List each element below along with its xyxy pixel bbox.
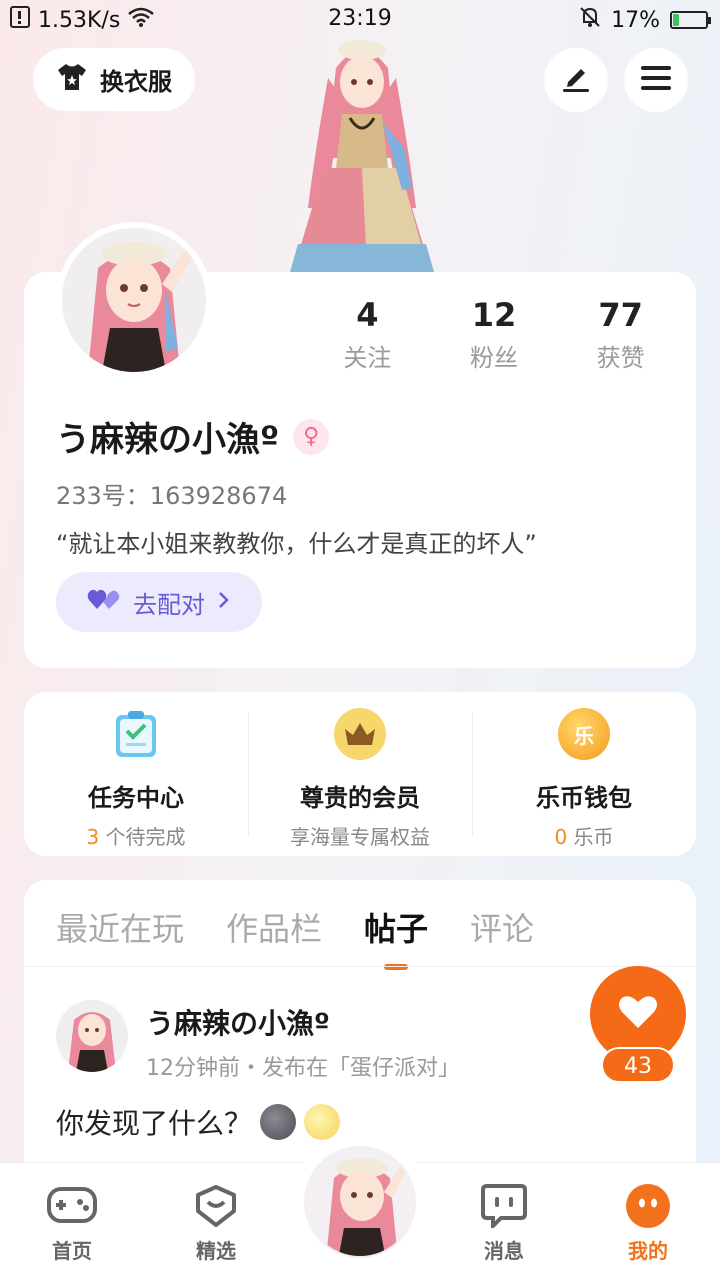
tab-divider bbox=[24, 966, 696, 967]
heart-icon bbox=[618, 994, 658, 1034]
tab-works[interactable]: 作品栏 bbox=[226, 904, 322, 950]
nav-home-label: 首页 bbox=[52, 1239, 92, 1263]
service-card: 任务中心 3 个待完成 尊贵的会员 享海量专属权益 乐 乐币钱包 0 乐币 bbox=[24, 692, 696, 856]
profile-tabs: 最近在玩 作品栏 帖子 评论 bbox=[56, 904, 534, 970]
status-bar: 1.53K/s 23:19 17% bbox=[0, 0, 720, 38]
nav-featured[interactable]: 精选 bbox=[166, 1183, 266, 1264]
nav-home[interactable]: 首页 bbox=[22, 1183, 122, 1264]
nav-avatar[interactable] bbox=[304, 1146, 416, 1258]
edit-button[interactable] bbox=[544, 48, 608, 112]
full-moon-emoji-icon bbox=[304, 1104, 341, 1140]
post-content[interactable]: 你发现了什么？ bbox=[56, 1102, 341, 1142]
battery-percent: 17% bbox=[611, 7, 660, 33]
fans-count: 12 bbox=[471, 296, 517, 334]
stat-following[interactable]: 4 关注 bbox=[304, 296, 431, 373]
face-icon bbox=[622, 1183, 674, 1229]
following-label: 关注 bbox=[343, 344, 392, 372]
heart-box-icon bbox=[190, 1183, 242, 1229]
match-label: 去配对 bbox=[133, 590, 205, 619]
task-count: 3 bbox=[86, 825, 100, 849]
stat-likes[interactable]: 77 获赞 bbox=[557, 296, 684, 373]
mute-bell-icon bbox=[579, 6, 601, 34]
task-pending-label: 个待完成 bbox=[105, 825, 186, 849]
stat-fans[interactable]: 12 粉丝 bbox=[431, 296, 558, 373]
post-author-name[interactable]: う麻辣の小漁º bbox=[146, 1002, 330, 1042]
likes-count: 77 bbox=[598, 296, 643, 334]
coin-icon-char: 乐 bbox=[574, 723, 594, 748]
coin-count: 0 bbox=[554, 825, 568, 849]
hamburger-icon bbox=[641, 65, 671, 95]
match-button[interactable]: 去配对 bbox=[56, 572, 262, 632]
stats-row: 4 关注 12 粉丝 77 获赞 bbox=[304, 296, 684, 373]
gamepad-icon bbox=[46, 1183, 98, 1229]
profile-avatar[interactable] bbox=[56, 222, 212, 378]
coin-icon: 乐 bbox=[558, 708, 610, 760]
clipboard-icon bbox=[110, 708, 162, 760]
nav-mine[interactable]: 我的 bbox=[598, 1183, 698, 1264]
likes-label: 获赞 bbox=[596, 344, 645, 372]
nav-messages-label: 消息 bbox=[484, 1239, 524, 1263]
vip-entry[interactable]: 尊贵的会员 享海量专属权益 bbox=[248, 692, 472, 856]
vip-title: 尊贵的会员 bbox=[300, 784, 420, 812]
profile-name: う麻辣の小漁º bbox=[56, 420, 280, 460]
female-icon: ♀ bbox=[293, 418, 330, 455]
chevron-right-icon bbox=[217, 588, 231, 616]
vip-sub: 享海量专属权益 bbox=[290, 825, 430, 849]
coin-unit: 乐币 bbox=[573, 825, 614, 849]
user-id[interactable]: 233号：163928674 bbox=[56, 476, 287, 511]
new-moon-emoji-icon bbox=[260, 1104, 297, 1140]
crown-icon bbox=[334, 708, 386, 760]
like-count: 43 bbox=[601, 1047, 675, 1083]
task-center-title: 任务中心 bbox=[88, 784, 184, 812]
profile-name-row: う麻辣の小漁º ♀ bbox=[56, 412, 330, 461]
nav-messages[interactable]: 消息 bbox=[454, 1183, 554, 1264]
wallet-entry[interactable]: 乐 乐币钱包 0 乐币 bbox=[472, 692, 696, 856]
wallet-sub: 0 乐币 bbox=[472, 821, 696, 850]
nav-featured-label: 精选 bbox=[196, 1239, 236, 1263]
task-center-sub: 3 个待完成 bbox=[24, 821, 248, 850]
shirt-icon bbox=[56, 62, 88, 98]
following-count: 4 bbox=[356, 296, 379, 334]
pen-icon bbox=[560, 63, 592, 97]
nav-mine-label: 我的 bbox=[628, 1239, 668, 1263]
tab-recent-play[interactable]: 最近在玩 bbox=[56, 904, 184, 950]
battery-icon bbox=[670, 11, 711, 29]
menu-button[interactable] bbox=[624, 48, 688, 112]
wallet-title: 乐币钱包 bbox=[536, 784, 632, 812]
chat-icon bbox=[478, 1183, 530, 1229]
change-outfit-label: 换衣服 bbox=[100, 68, 172, 96]
bio: “就让本小姐来教教你，什么才是真正的坏人” bbox=[56, 530, 537, 558]
post-text: 你发现了什么？ bbox=[56, 1107, 253, 1140]
fans-label: 粉丝 bbox=[470, 344, 518, 372]
task-center-entry[interactable]: 任务中心 3 个待完成 bbox=[24, 692, 248, 856]
post-meta: 12分钟前・发布在「蛋仔派对」 bbox=[146, 1056, 460, 1081]
double-heart-icon bbox=[87, 587, 121, 617]
change-outfit-button[interactable]: 换衣服 bbox=[33, 48, 195, 111]
character-figure[interactable] bbox=[284, 38, 440, 274]
tab-comments[interactable]: 评论 bbox=[470, 904, 534, 950]
post-author-avatar[interactable] bbox=[56, 1000, 128, 1072]
tab-posts[interactable]: 帖子 bbox=[364, 904, 428, 970]
